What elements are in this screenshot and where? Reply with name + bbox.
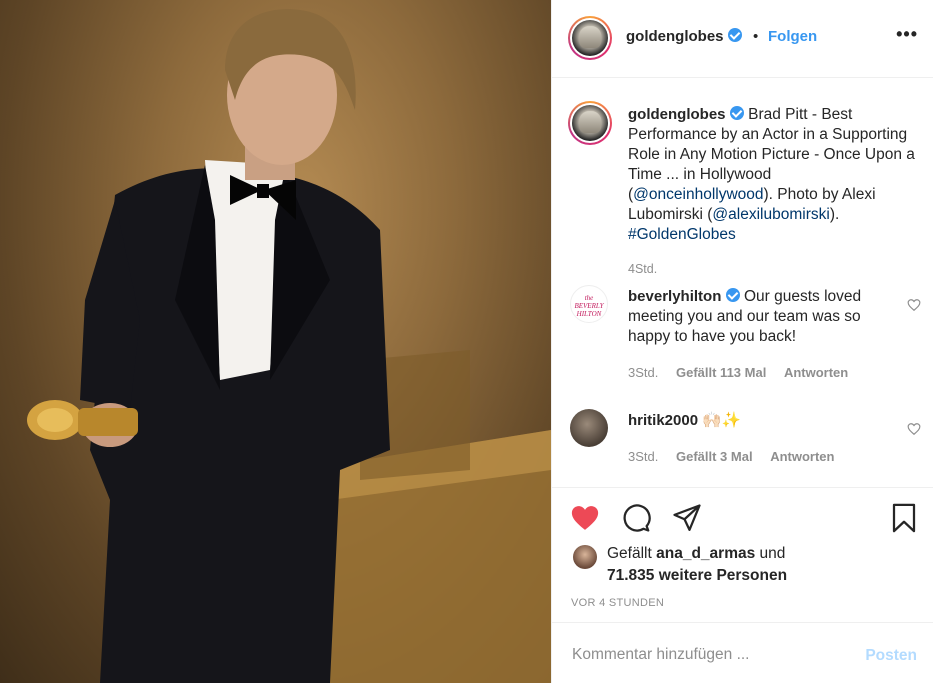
verified-badge-icon	[729, 106, 744, 120]
post-photo[interactable]	[0, 0, 551, 683]
likes-mid: und	[759, 545, 786, 562]
post-timestamp[interactable]: VOR 4 STUNDEN	[571, 597, 664, 609]
likes-prefix: Gefällt	[607, 545, 652, 562]
post-header: goldenglobes • Folgen •••	[552, 0, 933, 78]
comment-avatar[interactable]	[570, 409, 608, 447]
comment-icon[interactable]	[621, 503, 651, 533]
comment-username[interactable]: hritik2000	[628, 412, 698, 429]
comment-meta: 3Std. Gefällt 3 Mal Antworten	[628, 449, 848, 464]
likes-summary: Gefällt ana_d_armas und 71.835 weitere P…	[607, 543, 787, 587]
comment-item: beverlyhilton Our guests loved meeting y…	[628, 287, 896, 347]
heart-icon[interactable]	[570, 503, 600, 533]
hashtag-link[interactable]: #GoldenGlobes	[628, 226, 736, 243]
more-options-icon[interactable]: •••	[896, 24, 918, 45]
reply-button[interactable]: Antworten	[770, 449, 834, 464]
post-side-panel: goldenglobes • Folgen ••• goldenglobes B…	[551, 0, 933, 683]
comment-username[interactable]: beverlyhilton	[628, 288, 721, 305]
comment-avatar-logo-text: the BEVERLY HILTON	[574, 294, 604, 318]
author-name-group: goldenglobes	[626, 28, 742, 46]
comment-like-heart-icon[interactable]	[907, 298, 921, 312]
action-bar	[552, 487, 933, 547]
caption-author-avatar[interactable]	[568, 101, 612, 145]
post-comment-button[interactable]: Posten	[865, 647, 917, 665]
comment-item: hritik2000 🙌🏻✨	[628, 411, 896, 431]
comment-like-heart-icon[interactable]	[907, 422, 921, 436]
verified-badge-icon	[725, 288, 740, 302]
caption-timestamp[interactable]: 4Std.	[628, 262, 657, 276]
caption-text: ).	[829, 206, 840, 223]
comment-time[interactable]: 3Std.	[628, 449, 658, 464]
verified-badge-icon	[727, 28, 742, 42]
caption-username[interactable]: goldenglobes	[628, 106, 726, 123]
liker-username[interactable]: ana_d_armas	[656, 545, 755, 562]
post-caption: goldenglobes Brad Pitt - Best Performanc…	[628, 105, 920, 245]
share-icon[interactable]	[672, 503, 702, 533]
comment-time[interactable]: 3Std.	[628, 365, 658, 380]
separator-dot: •	[753, 28, 759, 45]
mention-link[interactable]: @alexilubomirski	[712, 206, 829, 223]
author-username[interactable]: goldenglobes	[626, 28, 724, 45]
reply-button[interactable]: Antworten	[784, 365, 848, 380]
author-avatar[interactable]	[568, 16, 612, 60]
comment-meta: 3Std. Gefällt 113 Mal Antworten	[628, 365, 862, 380]
comment-avatar[interactable]: the BEVERLY HILTON	[570, 285, 608, 323]
add-comment-bar: Kommentar hinzufügen ... Posten	[552, 622, 933, 683]
comment-likes[interactable]: Gefällt 113 Mal	[676, 365, 766, 380]
photo-illustration	[27, 9, 551, 683]
liker-avatar[interactable]	[573, 545, 597, 569]
follow-button[interactable]: Folgen	[768, 28, 817, 45]
comment-likes[interactable]: Gefällt 3 Mal	[676, 449, 753, 464]
bookmark-icon[interactable]	[889, 503, 919, 533]
mention-link[interactable]: @onceinhollywood	[633, 186, 763, 203]
comment-text: 🙌🏻✨	[702, 412, 741, 429]
likes-count-link[interactable]: 71.835 weitere Personen	[607, 567, 787, 584]
comment-input[interactable]: Kommentar hinzufügen ...	[572, 646, 750, 664]
